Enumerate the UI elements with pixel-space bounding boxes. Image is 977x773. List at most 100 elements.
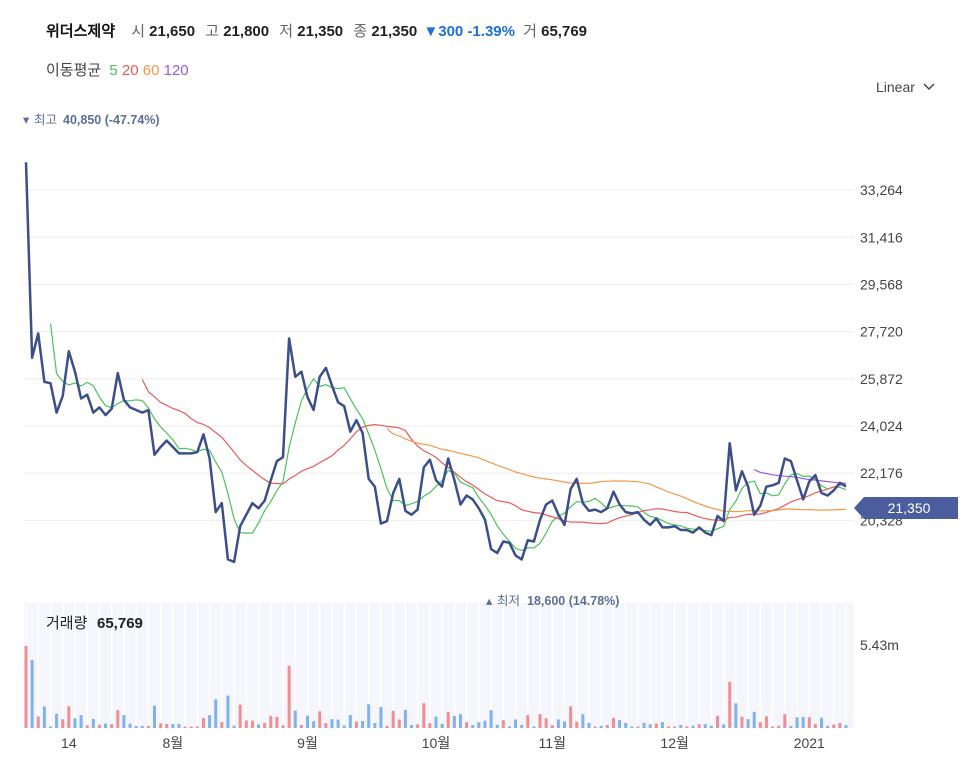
x-tick-label: 9월	[297, 735, 318, 751]
volume-bar	[575, 721, 579, 728]
volume-bar	[373, 723, 377, 728]
volume-bar	[538, 714, 542, 728]
volume-bar	[715, 715, 719, 728]
volume-bar	[820, 717, 824, 728]
volume-bar	[397, 719, 401, 728]
volume-bar	[165, 723, 169, 728]
volume-bar	[807, 717, 811, 728]
x-tick-label: 14	[61, 735, 77, 751]
volume-bar	[501, 720, 505, 728]
x-tick-label: 12월	[660, 735, 688, 751]
volume-bar	[636, 726, 640, 728]
high-annotation-value: 40,850 (-47.74%)	[63, 113, 160, 127]
moving-average-lines	[49, 323, 847, 552]
volume-bar	[599, 725, 603, 728]
volume-bar	[648, 724, 652, 728]
volume-bar	[140, 726, 144, 728]
volume-bar	[801, 716, 805, 728]
volume-bar	[532, 726, 536, 728]
volume-bar	[403, 710, 407, 728]
volume-bar	[520, 724, 524, 728]
volume-bar	[330, 719, 334, 728]
volume-bar	[685, 726, 689, 728]
volume-bar	[777, 725, 781, 728]
volume-bar	[263, 722, 267, 728]
current-price-badge: 21,350	[854, 497, 958, 519]
volume-bar	[189, 726, 193, 728]
volume-bar	[434, 716, 438, 728]
volume-bar	[477, 722, 481, 728]
low-annotation-value: 18,600 (14.78%)	[527, 594, 619, 608]
volume-bar	[214, 699, 218, 728]
volume-bar	[318, 711, 322, 728]
volume-bar	[654, 723, 658, 728]
y-axis-ticks: 33,264 31,416 29,568 27,720 25,872 24,024 22,1…	[860, 182, 903, 528]
volume-bar	[605, 725, 609, 728]
volume-bar	[24, 646, 28, 728]
volume-bar	[422, 703, 426, 728]
volume-bar	[581, 714, 585, 728]
volume-bar	[238, 704, 242, 728]
volume-bar	[195, 726, 199, 728]
volume-bar	[385, 725, 389, 728]
volume-bar	[752, 711, 756, 728]
volume-bar	[465, 722, 469, 728]
volume-bar	[758, 722, 762, 728]
volume-bar	[691, 725, 695, 728]
volume-bar	[361, 721, 365, 728]
ma-20-line	[141, 379, 847, 525]
volume-bar	[232, 725, 236, 728]
stock-chart[interactable]: 33,264 31,416 29,568 27,720 25,872 24,024 22,1…	[0, 0, 977, 773]
y-tick-label: 22,176	[860, 465, 903, 481]
volume-bar	[153, 705, 157, 728]
volume-bar	[67, 706, 71, 728]
volume-bar	[440, 723, 444, 728]
volume-bar	[483, 720, 487, 728]
volume-bar	[244, 720, 248, 728]
volume-bar	[660, 722, 664, 728]
volume-bar	[471, 725, 475, 728]
volume-bar	[275, 716, 279, 728]
volume-bar	[783, 714, 787, 728]
volume-bar	[379, 707, 383, 728]
volume-bar	[642, 722, 646, 728]
volume-bar	[348, 715, 352, 728]
volume-bar	[734, 703, 738, 728]
ma-120-line	[753, 469, 847, 485]
volume-bar	[122, 715, 126, 728]
volume-bar	[740, 716, 744, 728]
volume-bar	[722, 724, 726, 728]
x-tick-label: 10월	[422, 735, 450, 751]
volume-bar	[177, 723, 181, 728]
volume-bar	[305, 715, 309, 728]
volume-bar	[838, 723, 842, 728]
volume-bar	[795, 717, 799, 728]
y-tick-label: 31,416	[860, 229, 903, 245]
volume-bar	[97, 724, 101, 728]
volume-bar	[257, 724, 261, 728]
volume-bar	[134, 726, 138, 728]
volume-bar	[771, 726, 775, 728]
volume-bar	[91, 718, 95, 728]
volume-bar	[281, 725, 285, 728]
x-axis-ticks: 14 8월 9월 10월 11월 12월 2021	[61, 735, 825, 751]
volume-bar	[336, 719, 340, 728]
volume-bar	[728, 681, 732, 728]
volume-panel-value: 65,769	[97, 615, 143, 632]
low-annotation-label: 최저	[497, 594, 520, 608]
volume-bar	[679, 724, 683, 728]
price-grid	[24, 189, 854, 521]
volume-bar	[544, 718, 548, 728]
volume-bar	[709, 725, 713, 728]
volume-bar	[844, 725, 848, 728]
volume-bar	[220, 722, 224, 728]
volume-bar	[110, 724, 114, 728]
volume-bar	[159, 723, 163, 728]
volume-bar	[354, 721, 358, 728]
volume-bar	[287, 665, 291, 728]
volume-bar	[201, 718, 205, 728]
volume-panel-label: 거래량	[46, 615, 88, 632]
volume-bar	[428, 723, 432, 728]
volume-bar	[128, 723, 132, 728]
volume-bar	[746, 719, 750, 728]
